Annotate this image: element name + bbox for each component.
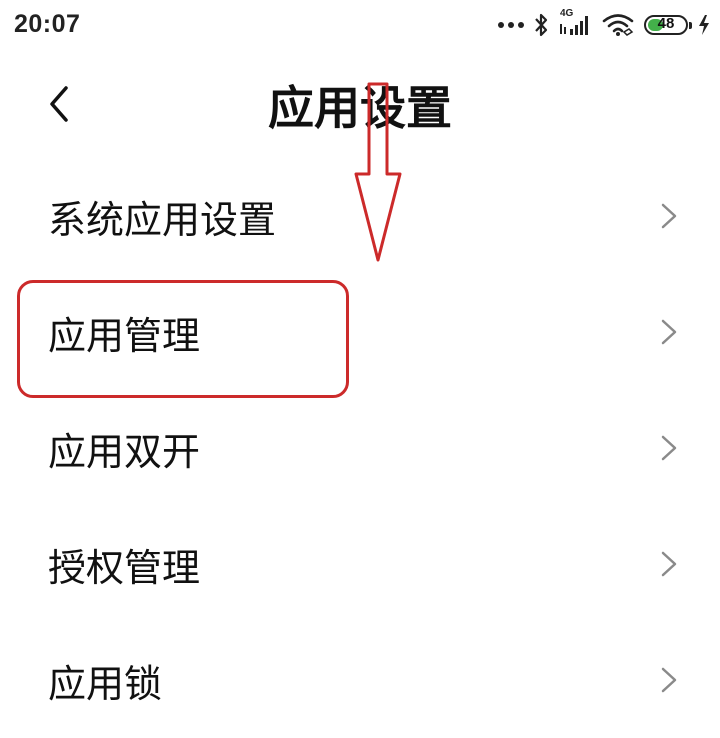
list-item-label: 系统应用设置 — [48, 197, 277, 242]
chevron-right-icon — [661, 203, 677, 229]
charging-bolt-icon — [699, 15, 709, 35]
wifi-icon — [602, 14, 634, 36]
status-icons: 4G 48 — [498, 8, 710, 40]
battery-icon: 48 — [644, 15, 692, 35]
list-item-app-management[interactable]: 应用管理 — [0, 274, 720, 390]
list-item-label: 应用双开 — [48, 429, 201, 474]
chevron-right-icon — [661, 319, 677, 345]
header: 应用设置 — [0, 60, 720, 150]
list-item-app-lock[interactable]: 应用锁 — [0, 622, 720, 738]
chevron-right-icon — [661, 435, 677, 461]
status-bar: 20:07 4G 48 — [0, 0, 720, 50]
list-item-dual-apps[interactable]: 应用双开 — [0, 390, 720, 506]
list-item-label: 授权管理 — [48, 545, 201, 590]
battery-level: 48 — [657, 15, 675, 32]
chevron-right-icon — [661, 667, 677, 693]
list-item-system-app-settings[interactable]: 系统应用设置 — [0, 158, 720, 274]
list-item-label: 应用管理 — [48, 313, 201, 358]
list-item-permissions[interactable]: 授权管理 — [0, 506, 720, 622]
status-time: 20:07 — [14, 10, 81, 38]
settings-list: 系统应用设置 应用管理 应用双开 授权管理 应用锁 — [0, 158, 720, 738]
list-item-label: 应用锁 — [48, 661, 163, 706]
more-dots-icon — [498, 22, 524, 28]
bluetooth-icon — [535, 13, 548, 37]
chevron-right-icon — [661, 551, 677, 577]
cellular-signal-icon: 4G — [558, 8, 592, 39]
page-title: 应用设置 — [268, 81, 452, 135]
